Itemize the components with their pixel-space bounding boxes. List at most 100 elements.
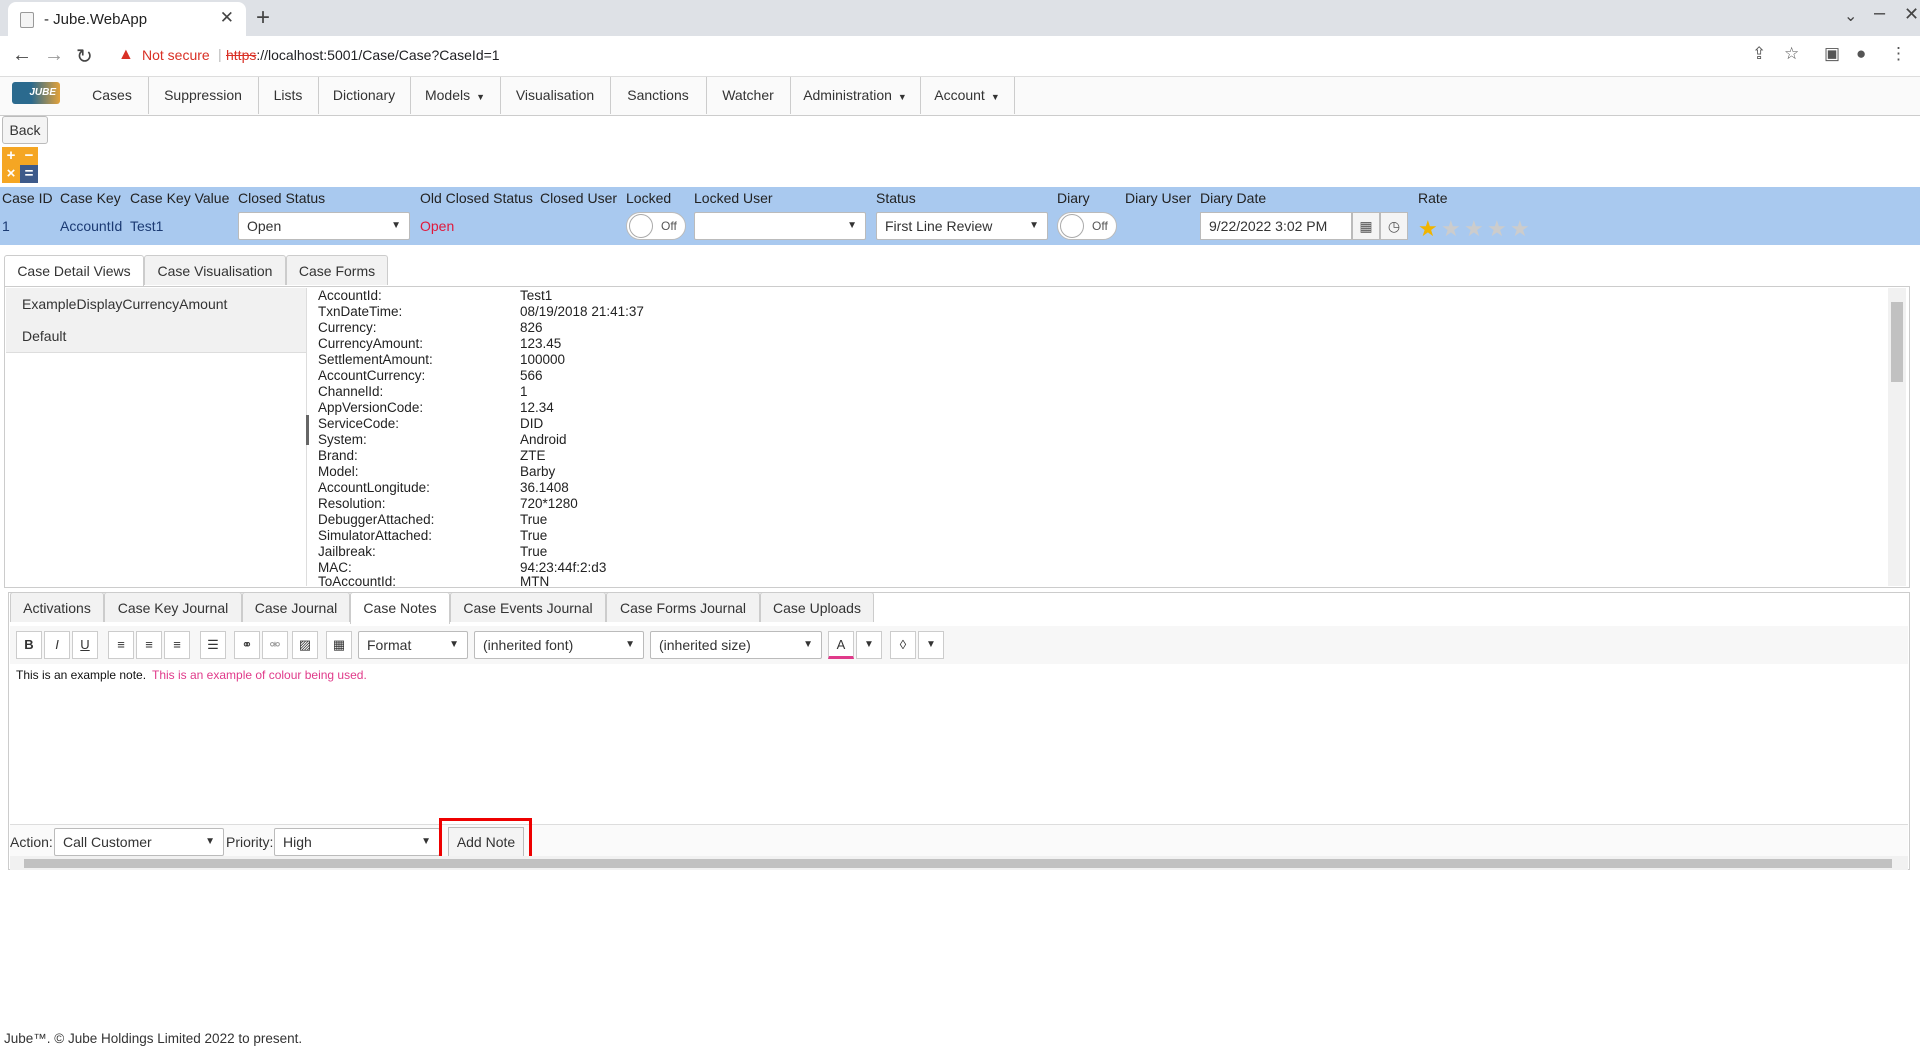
field-value: 566 (520, 368, 543, 383)
menu-suppression[interactable]: Suppression (148, 77, 259, 114)
not-secure-label[interactable]: Not secure (142, 47, 210, 63)
case-id-value: 1 (2, 218, 10, 234)
size-select[interactable]: (inherited size) ▼ (650, 631, 822, 659)
splitter-grip[interactable] (306, 415, 309, 445)
view-item-default[interactable]: Default (22, 328, 66, 344)
italic-icon[interactable]: I (44, 631, 70, 659)
closed-status-value: Open (247, 218, 282, 234)
rating-star-icon[interactable]: ★ (1441, 216, 1461, 242)
new-tab-icon[interactable]: + (256, 4, 270, 32)
calc-multiply-icon[interactable]: × (2, 165, 20, 183)
tab-case-events-journal[interactable]: Case Events Journal (450, 592, 606, 622)
reload-icon[interactable]: ↻ (76, 44, 93, 69)
menu-account[interactable]: Account ▼ (920, 77, 1015, 114)
chevron-down-icon[interactable]: ▼ (918, 631, 944, 659)
tab-case-visualisation[interactable]: Case Visualisation (144, 255, 286, 285)
url-text[interactable]: https://localhost:5001/Case/Case?CaseId=… (226, 47, 500, 63)
menu-sanctions[interactable]: Sanctions (610, 77, 707, 114)
bold-icon[interactable]: B (16, 631, 42, 659)
priority-select[interactable]: High ▼ (274, 828, 440, 856)
locked-user-select[interactable]: ▼ (694, 212, 866, 240)
calendar-icon[interactable]: ▦ (1352, 212, 1380, 240)
action-select[interactable]: Call Customer ▼ (54, 828, 224, 856)
field-key: ToAccountId: (318, 574, 397, 586)
link-icon[interactable]: ⚭ (234, 631, 260, 659)
menu-models[interactable]: Models ▼ (410, 77, 501, 114)
field-value: Test1 (520, 288, 553, 303)
field-value: 826 (520, 320, 543, 335)
jube-logo[interactable]: JUBE (12, 82, 60, 104)
rating-star-icon[interactable]: ★ (1510, 216, 1530, 242)
field-key: AccountId: (318, 288, 382, 303)
window-close-icon[interactable]: ✕ (1904, 4, 1919, 25)
diary-toggle[interactable]: Off (1057, 212, 1117, 240)
menu-lists[interactable]: Lists (258, 77, 319, 114)
field-key: TxnDateTime: (318, 304, 403, 319)
scrollbar-thumb[interactable] (24, 859, 1892, 868)
chevron-down-icon: ▼ (205, 836, 215, 847)
align-right-icon[interactable]: ≡ (164, 631, 190, 659)
back-button[interactable]: Back (2, 116, 48, 144)
clock-icon[interactable]: ◷ (1380, 212, 1408, 240)
calc-minus-icon[interactable]: − (20, 147, 38, 165)
align-center-icon[interactable]: ≡ (136, 631, 162, 659)
tab-case-detail-views[interactable]: Case Detail Views (4, 255, 144, 287)
unlink-icon[interactable]: ⚮ (262, 631, 288, 659)
background-color-icon[interactable]: ◊ (890, 631, 916, 659)
calc-plus-icon[interactable]: + (2, 147, 20, 165)
chevron-down-icon[interactable]: ▼ (856, 631, 882, 659)
field-key: System: (318, 432, 367, 447)
align-left-icon[interactable]: ≡ (108, 631, 134, 659)
closed-status-select[interactable]: Open ▼ (238, 212, 410, 240)
table-icon[interactable]: ▦ (326, 631, 352, 659)
close-tab-icon[interactable]: ✕ (220, 8, 234, 28)
back-arrow-icon[interactable]: ← (12, 44, 32, 67)
kebab-menu-icon[interactable]: ⋮ (1890, 44, 1907, 64)
rating-star-icon[interactable]: ★ (1487, 216, 1507, 242)
profile-icon[interactable]: ● (1856, 44, 1866, 64)
tab-activations[interactable]: Activations (10, 592, 104, 622)
font-select[interactable]: (inherited font) ▼ (474, 631, 644, 659)
text-color-icon[interactable]: A (828, 631, 854, 659)
share-icon[interactable]: ⇪ (1752, 44, 1766, 64)
view-item-currency[interactable]: ExampleDisplayCurrencyAmount (22, 296, 227, 312)
browser-tab[interactable]: - Jube.WebApp ✕ (8, 2, 246, 36)
dropdown-caret-icon: ▼ (476, 92, 486, 102)
menu-watcher[interactable]: Watcher (706, 77, 791, 114)
calc-equals-icon[interactable]: = (20, 165, 38, 183)
minimize-icon[interactable]: – (1874, 2, 1885, 25)
forward-arrow-icon[interactable]: → (44, 44, 64, 67)
tab-case-key-journal[interactable]: Case Key Journal (104, 592, 242, 622)
toggle-knob (629, 214, 653, 238)
tab-search-icon[interactable]: ⌄ (1844, 6, 1857, 26)
menu-visualisation[interactable]: Visualisation (500, 77, 611, 114)
field-key: SimulatorAttached: (318, 528, 433, 543)
bullet-list-icon[interactable]: ☰ (200, 631, 226, 659)
tab-label: Case Journal (254, 600, 338, 616)
tab-case-journal[interactable]: Case Journal (242, 592, 350, 622)
tab-label: Case Key Journal (117, 600, 229, 616)
tab-title: - Jube.WebApp (44, 11, 148, 28)
status-select[interactable]: First Line Review ▼ (876, 212, 1048, 240)
image-icon[interactable]: ▨ (292, 631, 318, 659)
tab-case-forms-journal[interactable]: Case Forms Journal (606, 592, 760, 622)
menu-administration[interactable]: Administration ▼ (790, 77, 921, 114)
diary-date-input[interactable]: 9/22/2022 3:02 PM (1200, 212, 1352, 240)
locked-toggle[interactable]: Off (626, 212, 686, 240)
rating-star-icon[interactable]: ★ (1464, 216, 1484, 242)
tab-case-forms[interactable]: Case Forms (286, 255, 388, 285)
menu-cases[interactable]: Cases (76, 77, 149, 114)
tab-case-notes[interactable]: Case Notes (350, 592, 450, 624)
format-select[interactable]: Format ▼ (358, 631, 468, 659)
side-panel-icon[interactable]: ▣ (1824, 44, 1840, 64)
tab-case-uploads[interactable]: Case Uploads (760, 592, 874, 622)
scrollbar-thumb[interactable] (1891, 302, 1903, 382)
menu-dictionary[interactable]: Dictionary (318, 77, 411, 114)
underline-icon[interactable]: U (72, 631, 98, 659)
menu-label: Lists (273, 87, 303, 103)
bookmark-star-icon[interactable]: ☆ (1784, 44, 1799, 64)
menu-label: Administration (803, 87, 892, 103)
note-editor[interactable] (10, 664, 1908, 824)
rating-star-icon[interactable]: ★ (1418, 216, 1438, 242)
menu-label: Account (934, 87, 985, 103)
